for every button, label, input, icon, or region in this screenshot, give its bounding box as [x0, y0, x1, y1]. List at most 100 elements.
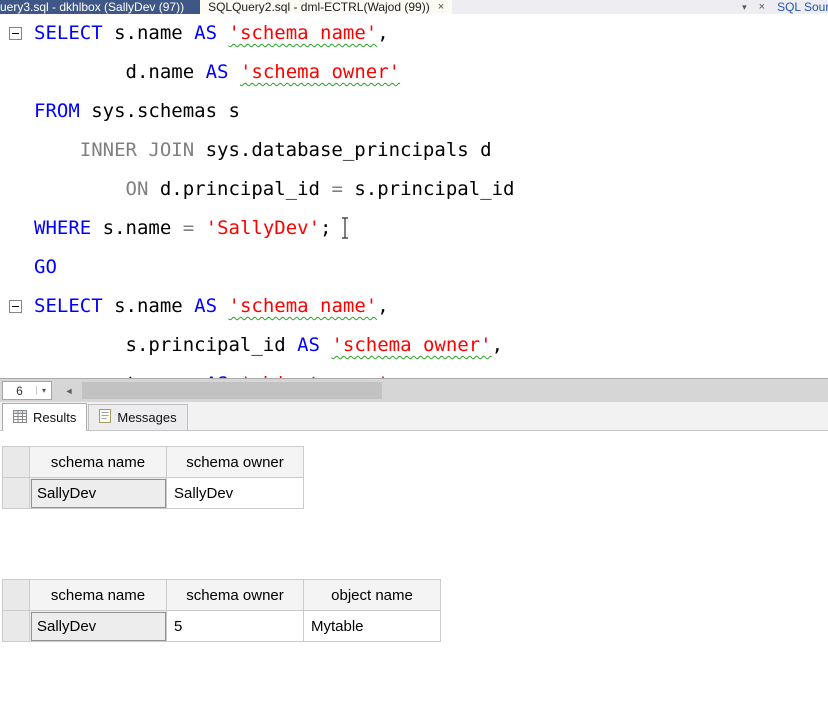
code-token: WHERE	[34, 217, 92, 239]
results-grid: schema name schema owner object name SallyD…	[2, 579, 441, 642]
minus-icon	[12, 306, 19, 307]
code-token: s.name	[102, 295, 195, 317]
results-pane: schema name schema owner SallyDev SallyDev …	[0, 446, 828, 724]
grid-cell[interactable]: Mytable	[303, 610, 441, 642]
grid-column-header[interactable]: schema owner	[166, 579, 304, 611]
grid-row-header[interactable]	[2, 477, 30, 509]
chevron-down-icon[interactable]: ▾	[742, 2, 747, 13]
tab-sql-source[interactable]: SQL Source	[777, 0, 828, 14]
text-cursor-icon	[340, 217, 350, 239]
code-token: SELECT	[34, 295, 103, 317]
code-token: 'schema name'	[228, 295, 378, 317]
grid-corner-cell[interactable]	[2, 446, 30, 478]
grid-column-header[interactable]: schema name	[29, 446, 167, 478]
close-icon[interactable]: ×	[438, 1, 444, 13]
code-token: AS	[206, 373, 229, 378]
code-token: d.name	[34, 61, 206, 83]
scroll-left-arrow-icon[interactable]: ◄	[58, 379, 80, 402]
grid-row: SallyDev SallyDev	[2, 477, 304, 509]
code-line[interactable]: SELECT s.name AS 'schema name',	[34, 14, 828, 53]
sql-editor[interactable]: SELECT s.name AS 'schema name', d.name A…	[0, 14, 828, 378]
code-token: 'schema owner'	[239, 61, 401, 83]
code-token: sys.database_principals d	[194, 139, 492, 161]
code-token: s.name	[91, 217, 183, 239]
code-token: ,	[377, 22, 389, 44]
fold-collapse-box[interactable]	[9, 300, 22, 313]
code-token: FROM	[34, 100, 80, 122]
editor-bottom-bar: 6 ▾ ◄	[0, 378, 828, 402]
results-grid-icon	[13, 409, 27, 426]
minus-icon	[12, 33, 19, 34]
code-token: SELECT	[34, 22, 103, 44]
tab-bar-right: ▾ × SQL Source	[452, 0, 828, 14]
tab-results-label: Results	[33, 410, 77, 425]
code-token: INNER JOIN	[79, 139, 195, 161]
scrollbar-thumb[interactable]	[82, 382, 382, 399]
grid-column-header[interactable]: schema owner	[166, 446, 304, 478]
grid-row-header[interactable]	[2, 610, 30, 642]
results-grid: schema name schema owner SallyDev SallyDev	[2, 446, 304, 509]
code-token: sys.schemas s	[79, 100, 240, 122]
code-area: SELECT s.name AS 'schema name', d.name A…	[0, 14, 828, 378]
code-token: GO	[34, 256, 57, 278]
code-line[interactable]: FROM sys.schemas s	[34, 92, 828, 131]
document-tab-bar: uery3.sql - dkhlbox (SallyDev (97)) SQLQ…	[0, 0, 828, 14]
code-token: s.principal_id	[342, 178, 515, 200]
grid-corner-cell[interactable]	[2, 579, 30, 611]
zoom-dropdown[interactable]: 6 ▾	[2, 381, 52, 400]
code-line[interactable]: INNER JOIN sys.database_principals d	[34, 131, 828, 170]
tab-messages[interactable]: Messages	[88, 404, 188, 430]
messages-icon	[99, 409, 112, 426]
code-token: AS	[205, 61, 229, 83]
close-icon[interactable]: ×	[759, 1, 765, 13]
code-token: AS	[194, 22, 218, 44]
code-token: 'schema name'	[228, 22, 378, 44]
code-token: =	[331, 178, 343, 200]
code-token: ,	[491, 334, 504, 356]
ssms-window: uery3.sql - dkhlbox (SallyDev (97)) SQLQ…	[0, 0, 828, 724]
grid-column-header[interactable]: schema name	[29, 579, 167, 611]
code-line[interactable]: s.principal_id AS 'schema owner',	[34, 326, 828, 365]
grid-cell[interactable]: SallyDev	[29, 610, 167, 642]
grid-row: SallyDev 5 Mytable	[2, 610, 441, 642]
zoom-value: 6	[16, 383, 23, 398]
grid-cell[interactable]: SallyDev	[166, 477, 304, 509]
grid-cell[interactable]: SallyDev	[29, 477, 167, 509]
tab-messages-label: Messages	[117, 410, 177, 425]
code-line[interactable]: d.name AS 'schema owner'	[34, 53, 828, 92]
code-token: AS	[297, 334, 320, 356]
code-token: =	[182, 217, 195, 239]
chevron-down-icon[interactable]: ▾	[36, 386, 51, 395]
code-token: 'SallyDev'	[205, 217, 321, 239]
results-grid-2-container: schema name schema owner object name SallyD…	[2, 579, 828, 642]
code-line[interactable]: WHERE s.name = 'SallyDev';	[34, 209, 828, 248]
fold-collapse-box[interactable]	[9, 27, 22, 40]
code-token: ON	[125, 178, 149, 200]
code-token: 'schema owner'	[331, 334, 492, 356]
code-line[interactable]: ON d.principal_id = s.principal_id	[34, 170, 828, 209]
code-line[interactable]: SELECT s.name AS 'schema name',	[34, 287, 828, 326]
grid-column-header[interactable]: object name	[303, 579, 441, 611]
code-token: AS	[194, 295, 218, 317]
results-grid-1-container: schema name schema owner SallyDev SallyDev	[2, 446, 828, 509]
grid-cell[interactable]: 5	[166, 610, 304, 642]
code-token: ,	[377, 295, 389, 317]
tab-sqlquery3[interactable]: uery3.sql - dkhlbox (SallyDev (97))	[0, 0, 201, 14]
code-line[interactable]: t.name AS 'object name'	[34, 365, 828, 378]
code-token: ;	[320, 217, 332, 239]
tab-results[interactable]: Results	[2, 403, 88, 431]
tab-sqlquery3-label: uery3.sql - dkhlbox (SallyDev (97))	[0, 0, 185, 14]
code-line[interactable]: GO	[34, 248, 828, 287]
tab-sqlquery2[interactable]: SQLQuery2.sql - dml-ECTRL(Wajod (99)) ×	[200, 0, 453, 14]
horizontal-scrollbar[interactable]: ◄	[58, 379, 828, 402]
code-token: s.principal_id	[34, 334, 298, 356]
code-token: t.name	[34, 373, 206, 378]
